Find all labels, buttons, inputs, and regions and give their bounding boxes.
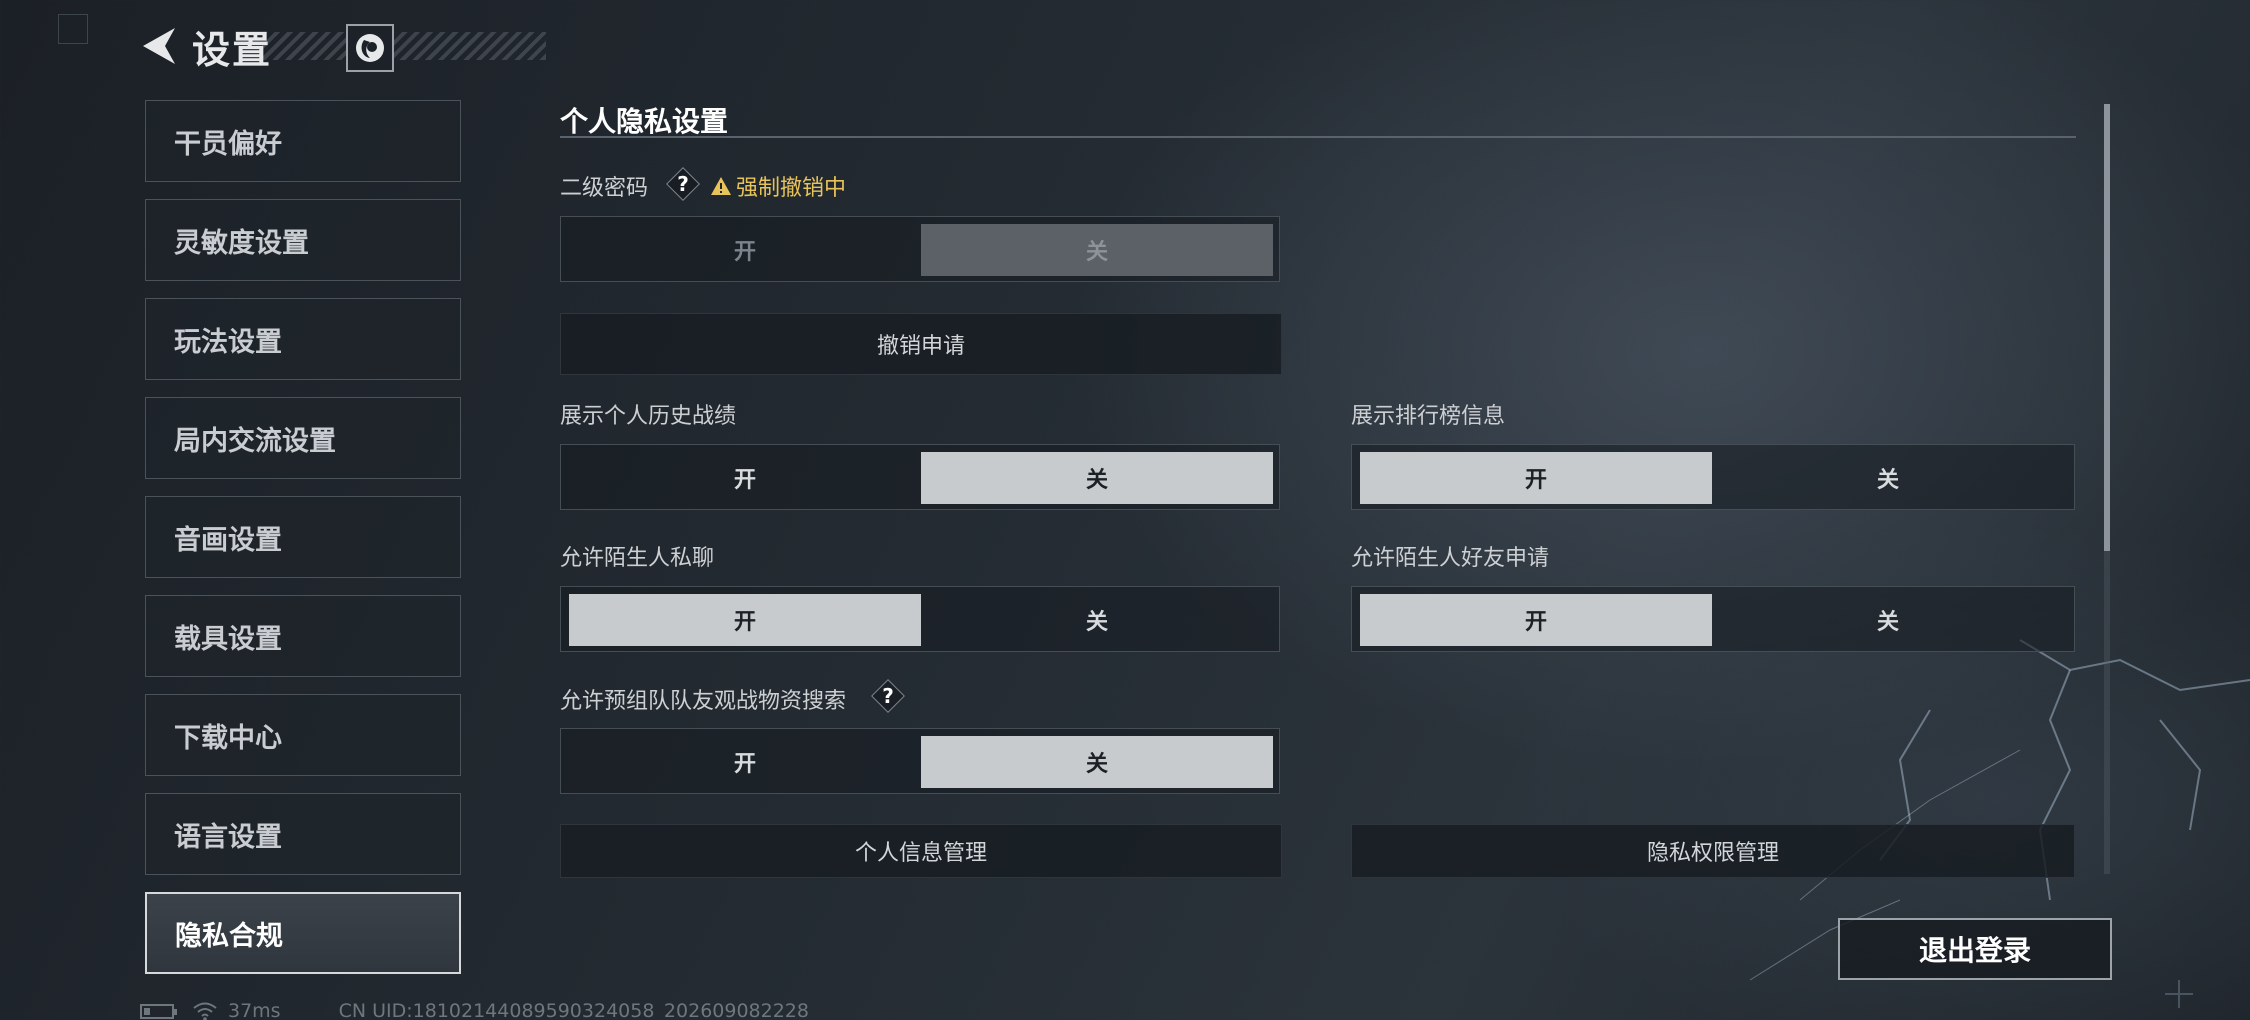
stranger-chat-off-option[interactable]: 关 <box>921 594 1273 646</box>
secondary-password-label: 二级密码 <box>560 176 649 201</box>
back-arrow-icon[interactable] <box>140 24 178 68</box>
show-leaderboard-toggle: 开 关 <box>1351 444 2075 510</box>
wifi-icon <box>193 1002 217 1020</box>
status-bar: 37ms CN UID:18102144089590324058_2026090… <box>140 998 809 1020</box>
section-title: 个人隐私设置 <box>560 105 729 138</box>
show-leaderboard-label: 展示排行榜信息 <box>1351 404 1506 429</box>
team-spectate-toggle: 开 关 <box>560 728 1280 794</box>
help-icon[interactable]: ? <box>666 167 700 201</box>
show-history-label: 展示个人历史战绩 <box>560 404 737 429</box>
stranger-chat-label: 允许陌生人私聊 <box>560 546 715 571</box>
stranger-chat-toggle: 开 关 <box>560 586 1280 652</box>
sidebar-item-download-center[interactable]: 下载中心 <box>145 694 461 776</box>
stranger-friend-on-option[interactable]: 开 <box>1360 594 1712 646</box>
show-history-off-option[interactable]: 关 <box>921 452 1273 504</box>
warning-icon <box>711 177 731 195</box>
sidebar-item-gameplay[interactable]: 玩法设置 <box>145 298 461 380</box>
secondary-password-on-option: 开 <box>733 240 756 265</box>
page-header: 设置 <box>140 20 272 72</box>
show-history-toggle: 开 关 <box>560 444 1280 510</box>
privacy-permission-management-button[interactable]: 隐私权限管理 <box>1351 824 2075 878</box>
stranger-friend-request-toggle: 开 关 <box>1351 586 2075 652</box>
team-spectate-label: 允许预组队队友观战物资搜索 <box>560 689 847 714</box>
ping-value: 37ms <box>228 1000 281 1020</box>
sidebar-item-privacy-compliance[interactable]: 隐私合规 <box>145 892 461 974</box>
show-leaderboard-on-option[interactable]: 开 <box>1360 452 1712 504</box>
team-spectate-off-option[interactable]: 关 <box>921 736 1273 788</box>
force-revoke-status: 强制撤销中 <box>710 170 846 202</box>
revoke-request-button[interactable]: 撤销申请 <box>560 313 1282 375</box>
personal-info-management-button[interactable]: 个人信息管理 <box>560 824 1282 878</box>
logout-button[interactable]: 退出登录 <box>1838 918 2112 980</box>
sidebar-item-audio-video[interactable]: 音画设置 <box>145 496 461 578</box>
secondary-password-toggle: 开 关 <box>560 216 1280 282</box>
secondary-password-off-option: 关 <box>921 224 1273 276</box>
page-title: 设置 <box>192 27 273 72</box>
stranger-chat-on-option[interactable]: 开 <box>569 594 921 646</box>
sidebar-item-in-game-chat[interactable]: 局内交流设置 <box>145 397 461 479</box>
sidebar-item-sensitivity[interactable]: 灵敏度设置 <box>145 199 461 281</box>
team-spectate-on-option[interactable]: 开 <box>569 736 921 788</box>
stranger-friend-off-option[interactable]: 关 <box>1712 594 2064 646</box>
battery-icon <box>140 1003 177 1019</box>
show-history-on-option[interactable]: 开 <box>569 452 921 504</box>
show-leaderboard-off-option[interactable]: 关 <box>1712 452 2064 504</box>
game-logo-icon[interactable] <box>346 24 394 72</box>
user-uid: CN UID:18102144089590324058_202609082228 <box>338 1000 809 1020</box>
stranger-friend-request-label: 允许陌生人好友申请 <box>1351 546 1550 571</box>
sidebar-item-vehicle[interactable]: 载具设置 <box>145 595 461 677</box>
corner-plus-mark <box>2165 980 2193 1008</box>
corner-mark <box>58 14 88 44</box>
sidebar-item-language[interactable]: 语言设置 <box>145 793 461 875</box>
section-divider <box>560 136 2076 138</box>
help-icon[interactable]: ? <box>871 679 905 713</box>
header-stripes-decoration <box>262 32 546 60</box>
scrollbar-thumb[interactable] <box>2104 104 2110 551</box>
sidebar-item-operator-preference[interactable]: 干员偏好 <box>145 100 461 182</box>
